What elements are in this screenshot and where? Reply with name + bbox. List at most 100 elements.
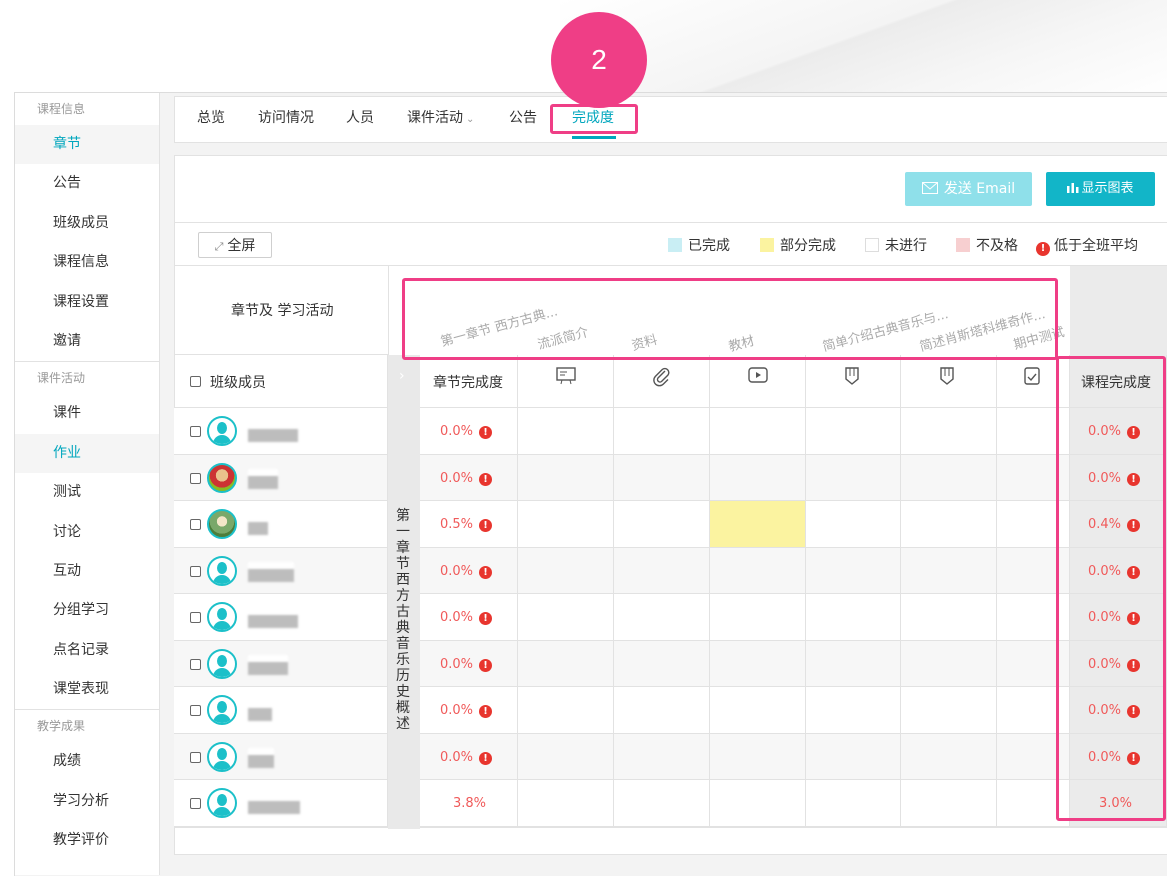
activity-cell <box>901 640 997 687</box>
activity-cell <box>806 640 901 687</box>
select-all-checkbox[interactable] <box>190 376 201 387</box>
row-checkbox[interactable] <box>190 751 201 763</box>
activity-cell <box>614 733 710 780</box>
alert-icon: ! <box>479 519 493 532</box>
sidebar-item-invite[interactable]: 邀请 <box>15 322 159 361</box>
member-name-redacted <box>248 701 272 721</box>
chapter-completion-value: 0.0%! <box>440 610 493 625</box>
percent-text: 0.0% <box>440 424 474 439</box>
chapter-completion-value: 0.0%! <box>440 564 493 579</box>
chapter-completion-value: 0.0%! <box>440 657 493 672</box>
sidebar-item-chapters[interactable]: 章节 <box>15 125 159 165</box>
activity-cell <box>806 594 901 641</box>
activity-cell <box>518 687 614 734</box>
show-chart-button[interactable]: 显示图表 <box>1046 172 1155 206</box>
activity-cell <box>806 687 901 734</box>
sidebar-item-class-performance[interactable]: 课堂表现 <box>15 670 159 709</box>
alert-icon: ! <box>479 705 493 718</box>
activity-cell <box>518 547 614 594</box>
activity-cell <box>518 640 614 687</box>
alert-icon: ! <box>479 751 493 765</box>
fullscreen-label: 全屏 <box>227 238 256 254</box>
chapter-name: 第一章节 西方古典音乐历史概述 <box>396 508 410 732</box>
legend-label: 已完成 <box>688 238 730 254</box>
chapter-completion-value: 0.0%! <box>440 470 493 486</box>
sidebar: 课程信息 章节 公告 班级成员 课程信息 课程设置 邀请 课件活动 课件 作业 … <box>15 93 160 875</box>
member-name-redacted <box>248 608 298 628</box>
sidebar-item-quiz[interactable]: 测试 <box>15 473 159 512</box>
row-checkbox[interactable] <box>190 426 201 437</box>
legend-swatch <box>760 238 774 252</box>
percent-text: 0.0% <box>440 703 474 718</box>
sidebar-item-roll-call[interactable]: 点名记录 <box>15 631 159 670</box>
tab-visits[interactable]: 访问情况 <box>258 96 314 141</box>
tab-highlight-box <box>550 104 638 134</box>
chevron-down-icon: ⌄ <box>466 114 475 125</box>
row-checkbox[interactable] <box>190 705 201 716</box>
assignment-icon <box>844 367 860 389</box>
sidebar-item-homework[interactable]: 作业 <box>15 433 159 474</box>
row-checkbox[interactable] <box>190 472 201 484</box>
fullscreen-button[interactable]: ⤢ 全屏 <box>198 232 272 258</box>
activity-cell <box>518 594 614 641</box>
activity-cell <box>710 594 806 641</box>
activity-cell <box>710 640 806 687</box>
sidebar-item-teaching-evaluation[interactable]: 教学评价 <box>15 821 159 860</box>
percent-text: 0.0% <box>440 470 474 486</box>
activity-cell <box>901 780 997 827</box>
row-checkbox[interactable] <box>190 519 201 530</box>
activity-cell <box>518 408 614 455</box>
sidebar-item-learning-analysis[interactable]: 学习分析 <box>15 782 159 821</box>
sidebar-item-announcements[interactable]: 公告 <box>15 164 159 203</box>
legend-label: 未进行 <box>885 238 927 254</box>
activity-cell <box>614 640 710 687</box>
row-checkbox[interactable] <box>190 658 201 670</box>
sidebar-item-course-info[interactable]: 课程信息 <box>15 243 159 282</box>
activity-cell <box>806 733 901 780</box>
tab-activities[interactable]: 课件活动 ⌄ <box>407 96 474 141</box>
alert-icon: ! <box>479 612 493 625</box>
average-chapter-completion: 3.8% <box>453 796 486 811</box>
sidebar-item-group-study[interactable]: 分组学习 <box>15 591 159 630</box>
show-chart-label: 显示图表 <box>1081 181 1134 196</box>
avatar <box>207 462 237 493</box>
sidebar-item-discussion[interactable]: 讨论 <box>15 513 159 552</box>
avatar <box>207 509 237 539</box>
activity-cell <box>710 733 806 780</box>
activity-cell <box>710 454 806 501</box>
course-completion-highlight-box <box>1056 356 1166 821</box>
send-email-button[interactable]: 发送 Email <box>905 172 1032 206</box>
sidebar-group-outcomes: 教学成果 <box>37 719 86 734</box>
sidebar-item-courseware[interactable]: 课件 <box>15 394 159 433</box>
activity-cell <box>518 733 614 780</box>
row-checkbox[interactable] <box>190 798 201 809</box>
sidebar-item-grades[interactable]: 成绩 <box>15 742 159 781</box>
activity-cell <box>614 547 710 594</box>
row-checkbox[interactable] <box>190 565 201 577</box>
member-name-redacted <box>248 468 278 489</box>
tab-overview[interactable]: 总览 <box>197 96 225 141</box>
tab-people[interactable]: 人员 <box>346 96 374 141</box>
activity-cell <box>518 454 614 501</box>
activity-cell <box>518 501 614 548</box>
tab-announcements[interactable]: 公告 <box>509 96 537 141</box>
activity-cell <box>901 408 997 455</box>
activity-cell <box>710 780 806 827</box>
sidebar-item-interaction[interactable]: 互动 <box>15 552 159 591</box>
legend-completed: 已完成 <box>668 236 730 256</box>
expand-icon: ⤢ <box>214 240 224 253</box>
legend-not-started: 未进行 <box>865 236 927 256</box>
avatar <box>207 555 237 586</box>
alert-icon: ! <box>479 472 493 486</box>
sidebar-item-class-members[interactable]: 班级成员 <box>15 204 159 243</box>
chapter-completion-value: 0.0%! <box>440 703 493 718</box>
tab-bar <box>174 96 1167 143</box>
envelope-icon <box>921 182 938 194</box>
header-chapters-activities: 章节及 学习活动 <box>231 303 334 319</box>
row-checkbox[interactable] <box>190 612 201 623</box>
activity-cell <box>614 780 710 827</box>
chevron-right-icon[interactable]: › <box>399 368 405 384</box>
sidebar-item-course-settings[interactable]: 课程设置 <box>15 283 159 322</box>
quiz-icon <box>1023 367 1040 389</box>
activity-cell <box>806 547 901 594</box>
